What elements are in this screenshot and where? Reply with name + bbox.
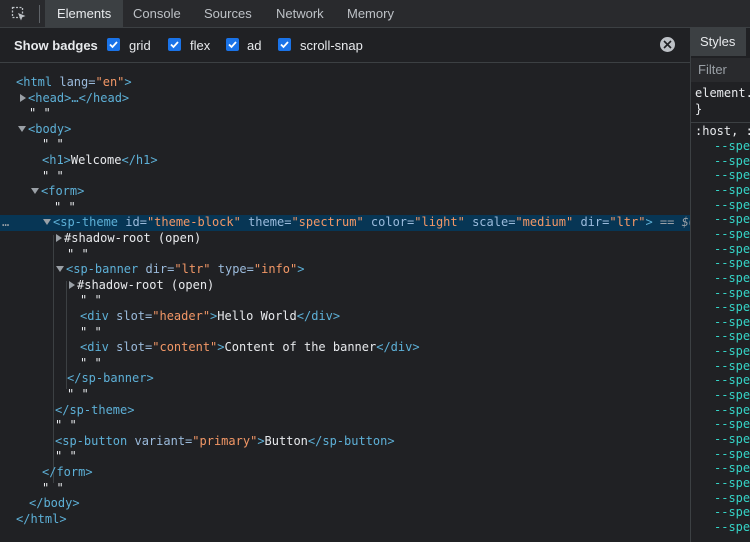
text-node[interactable]: " ": [0, 247, 690, 263]
dom-node-sp-banner[interactable]: <sp-banner dir="ltr" type="info">: [0, 262, 690, 278]
text-node[interactable]: " ": [0, 449, 690, 465]
css-variable-row[interactable]: --spe: [714, 388, 750, 402]
css-variable-row[interactable]: --spe: [714, 168, 750, 182]
show-badges-label: Show badges: [14, 38, 98, 53]
tab-console[interactable]: Console: [121, 0, 193, 27]
dom-node-html[interactable]: <html lang="en">: [0, 75, 690, 91]
tab-network[interactable]: Network: [264, 0, 336, 27]
dom-node-h1[interactable]: <h1>Welcome</h1>: [0, 153, 690, 169]
text-node[interactable]: " ": [0, 200, 690, 216]
expand-arrow-icon[interactable]: [69, 280, 75, 289]
css-variable-row[interactable]: --spe: [714, 154, 750, 168]
text-node[interactable]: " ": [0, 387, 690, 403]
text-node[interactable]: " ": [0, 169, 690, 185]
css-variable-row[interactable]: --spe: [714, 271, 750, 285]
css-variable-row[interactable]: --spe: [714, 242, 750, 256]
grid-checkbox[interactable]: [107, 38, 120, 51]
css-variable-row[interactable]: --spe: [714, 491, 750, 505]
dom-node-shadow-root[interactable]: #shadow-root (open): [0, 231, 690, 247]
dom-node-form-close[interactable]: </form>: [0, 465, 690, 481]
element-style-brace: }: [695, 102, 703, 116]
collapse-arrow-icon[interactable]: [56, 265, 64, 272]
collapse-arrow-icon[interactable]: [31, 187, 39, 194]
dom-node-sp-banner-close[interactable]: </sp-banner>: [0, 371, 690, 387]
css-variable-row[interactable]: --spe: [714, 256, 750, 270]
expand-arrow-icon[interactable]: [56, 233, 62, 242]
close-icon[interactable]: [660, 37, 675, 52]
css-variable-row[interactable]: --spe: [714, 183, 750, 197]
node-actions-ellipsis-icon[interactable]: …: [2, 215, 9, 231]
dom-node-body[interactable]: <body>: [0, 122, 690, 138]
css-variable-row[interactable]: --spe: [714, 520, 750, 534]
text-node[interactable]: " ": [0, 137, 690, 153]
scroll-snap-label[interactable]: scroll-snap: [300, 38, 363, 53]
css-variable-row[interactable]: --spe: [714, 329, 750, 343]
collapse-arrow-icon[interactable]: [43, 218, 51, 225]
text-node[interactable]: " ": [0, 418, 690, 434]
css-variable-row[interactable]: --spe: [714, 432, 750, 446]
devtools-tabbar: Elements Console Sources Network Memory: [0, 0, 750, 28]
dom-node-form[interactable]: <form>: [0, 184, 690, 200]
dom-tree: <html lang="en"> <head>…</head> " " <bod…: [0, 63, 690, 542]
css-variable-row[interactable]: --spe: [714, 373, 750, 387]
ad-label[interactable]: ad: [247, 38, 261, 53]
css-variable-row[interactable]: --spe: [714, 505, 750, 519]
css-variable-row[interactable]: --spe: [714, 212, 750, 226]
dom-node-shadow-root[interactable]: #shadow-root (open): [0, 278, 690, 294]
styles-filter-input[interactable]: Filter: [691, 58, 750, 82]
text-node[interactable]: " ": [0, 356, 690, 372]
host-rule-selector[interactable]: :host, :: [695, 124, 750, 138]
tab-elements[interactable]: Elements: [45, 0, 124, 27]
dom-node-head[interactable]: <head>…</head>: [0, 91, 690, 107]
tab-styles[interactable]: Styles: [691, 28, 746, 56]
styles-pane: Styles Filter element. } :host, : --spe -…: [691, 28, 750, 542]
collapse-arrow-icon[interactable]: [18, 125, 26, 132]
grid-label[interactable]: grid: [129, 38, 151, 53]
rule-divider: [691, 122, 750, 123]
badge-settings-bar: Show badges grid flex ad scroll-snap: [0, 28, 690, 63]
css-variable-row[interactable]: --spe: [714, 139, 750, 153]
ad-checkbox[interactable]: [226, 38, 239, 51]
dom-node-sp-button[interactable]: <sp-button variant="primary">Button</sp-…: [0, 434, 690, 450]
scroll-snap-checkbox[interactable]: [278, 38, 291, 51]
dom-node-sp-theme-selected[interactable]: … <sp-theme id="theme-block" theme="spect…: [0, 215, 690, 231]
text-node[interactable]: " ": [0, 481, 690, 497]
css-variable-row[interactable]: --spe: [714, 403, 750, 417]
text-node[interactable]: " ": [0, 293, 690, 309]
css-variable-row[interactable]: --spe: [714, 417, 750, 431]
dom-node-body-close[interactable]: </body>: [0, 496, 690, 512]
css-variable-row[interactable]: --spe: [714, 461, 750, 475]
dom-node-sp-theme-close[interactable]: </sp-theme>: [0, 403, 690, 419]
css-variable-row[interactable]: --spe: [714, 359, 750, 373]
flex-label[interactable]: flex: [190, 38, 210, 53]
tab-memory[interactable]: Memory: [335, 0, 406, 27]
css-variable-row[interactable]: --spe: [714, 476, 750, 490]
tab-sources[interactable]: Sources: [192, 0, 264, 27]
flex-checkbox[interactable]: [168, 38, 181, 51]
css-variable-row[interactable]: --spe: [714, 227, 750, 241]
css-variable-row[interactable]: --spe: [714, 344, 750, 358]
css-variable-row[interactable]: --spe: [714, 315, 750, 329]
element-style-selector[interactable]: element.: [695, 86, 750, 100]
text-node[interactable]: " ": [0, 325, 690, 341]
dom-node-html-close[interactable]: </html>: [0, 512, 690, 528]
css-variable-row[interactable]: --spe: [714, 198, 750, 212]
tab-separator: [39, 5, 40, 23]
css-variable-row[interactable]: --spe: [714, 300, 750, 314]
dom-node-div-header[interactable]: <div slot="header">Hello World</div>: [0, 309, 690, 325]
expand-arrow-icon[interactable]: [20, 93, 26, 102]
text-node[interactable]: " ": [0, 106, 690, 122]
css-variable-row[interactable]: --spe: [714, 447, 750, 461]
css-variable-row[interactable]: --spe: [714, 286, 750, 300]
inspect-element-icon[interactable]: [11, 6, 27, 22]
dom-node-div-content[interactable]: <div slot="content">Content of the banne…: [0, 340, 690, 356]
